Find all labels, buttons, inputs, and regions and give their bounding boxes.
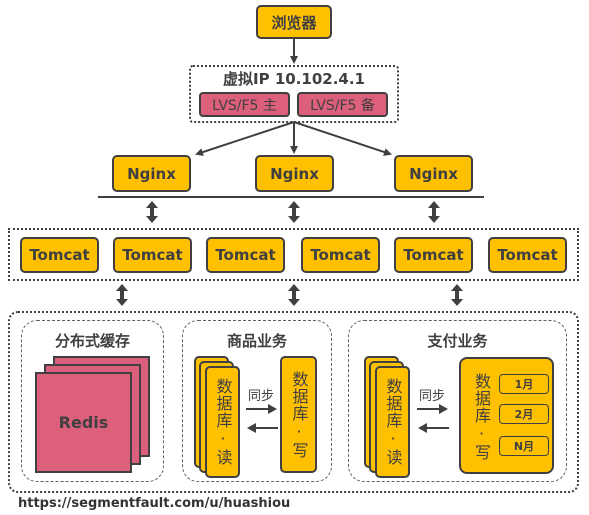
browser-node: 浏览器: [256, 5, 332, 39]
payment-db-read: 数据库·读: [375, 366, 410, 478]
double-arrow-icon: [428, 201, 440, 223]
watermark-url: https://segmentfault.com/u/huashiou: [18, 496, 291, 511]
cache-title: 分布式缓存: [54, 332, 130, 350]
shard-node: 1月: [499, 374, 549, 394]
lb-backup-label: LVS/F5 备: [310, 97, 375, 114]
shard-node: N月: [499, 436, 549, 456]
payment-db-write: 数据库·写 1月 2月 N月: [459, 357, 554, 474]
payment-db-write-label: 数据库·写: [472, 373, 491, 461]
nginx-label: Nginx: [409, 164, 458, 183]
tomcat-node: Tomcat: [301, 237, 380, 273]
product-db-write: 数据库·写: [280, 356, 317, 473]
nginx-node: Nginx: [112, 155, 191, 192]
product-db-write-label: 数据库·写: [289, 370, 309, 459]
arrow-vip-to-nginx-3: [293, 121, 392, 156]
double-arrow-icon: [146, 201, 158, 223]
double-arrow-icon: [288, 201, 300, 223]
tomcat-node: Tomcat: [206, 237, 285, 273]
tomcat-label: Tomcat: [497, 246, 558, 264]
sync-arrows-icon: [246, 404, 278, 433]
vip-group: 虚拟IP 10.102.4.1 LVS/F5 主 LVS/F5 备: [189, 65, 399, 123]
tomcat-label: Tomcat: [29, 246, 90, 264]
nginx-node: Nginx: [394, 155, 473, 192]
tomcat-node: Tomcat: [113, 237, 192, 273]
shard-label: 1月: [514, 378, 534, 391]
payment-title: 支付业务: [427, 332, 488, 350]
redis-label: Redis: [58, 413, 109, 432]
lb-master-node: LVS/F5 主: [199, 92, 290, 117]
lb-backup-node: LVS/F5 备: [297, 92, 388, 117]
shard-label: N月: [513, 440, 535, 453]
tomcat-node: Tomcat: [488, 237, 567, 273]
sync-arrows-icon: [417, 404, 449, 433]
product-db-read-label: 数据库·读: [213, 378, 233, 466]
shard-node: 2月: [499, 404, 549, 424]
lb-master-label: LVS/F5 主: [212, 97, 277, 114]
product-db-read: 数据库·读: [205, 366, 240, 478]
tomcat-node: Tomcat: [394, 237, 473, 273]
double-arrow-icon: [288, 284, 300, 306]
browser-label: 浏览器: [271, 13, 317, 32]
vip-title: 虚拟IP 10.102.4.1: [223, 70, 365, 88]
tomcat-label: Tomcat: [310, 246, 371, 264]
tomcat-label: Tomcat: [122, 246, 183, 264]
nginx-label: Nginx: [127, 164, 176, 183]
redis-node: Redis: [35, 372, 132, 473]
double-arrow-icon: [116, 284, 128, 306]
tomcat-node: Tomcat: [20, 237, 99, 273]
shard-label: 2月: [514, 408, 534, 421]
double-arrow-icon: [451, 284, 463, 306]
tomcat-label: Tomcat: [403, 246, 464, 264]
payment-db-read-label: 数据库·读: [383, 378, 403, 466]
tomcat-label: Tomcat: [215, 246, 276, 264]
nginx-node: Nginx: [255, 155, 334, 192]
product-title: 商品业务: [226, 332, 287, 350]
arrow-vip-to-nginx-1: [195, 121, 295, 156]
nginx-label: Nginx: [270, 164, 319, 183]
